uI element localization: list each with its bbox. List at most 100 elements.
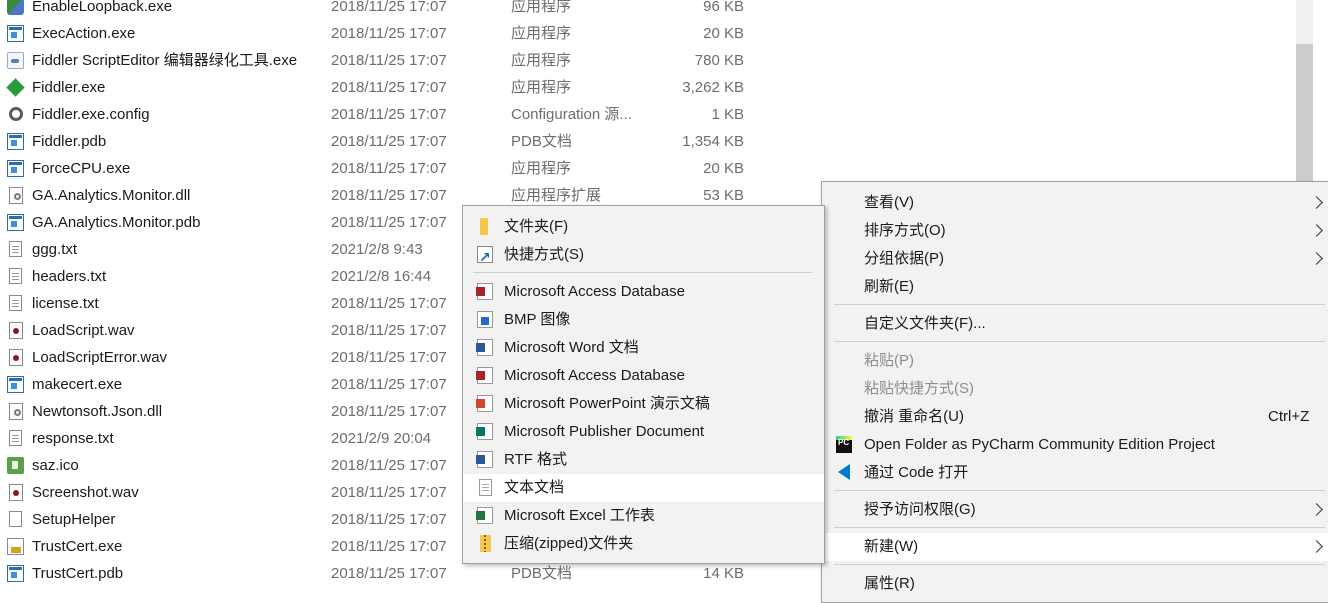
scrollbar-thumb[interactable]	[1296, 44, 1313, 204]
blank-file-icon	[9, 511, 22, 527]
file-type: Configuration 源...	[511, 106, 632, 123]
menu-separator	[834, 304, 1325, 305]
submenu-item-new-document[interactable]: 压缩(zipped)文件夹	[463, 530, 824, 558]
menu-item-open-pycharm[interactable]: Open Folder as PyCharm Community Edition…	[822, 429, 1328, 459]
menu-item-sort-by[interactable]: 排序方式(O)	[822, 217, 1328, 245]
file-date-modified: 2018/11/25 17:07	[331, 322, 447, 339]
menu-item-customize-folder[interactable]: 自定义文件夹(F)...	[822, 310, 1328, 338]
wav-icon	[9, 484, 23, 501]
menu-item-new[interactable]: 新建(W)	[822, 533, 1328, 561]
cert-icon	[7, 538, 24, 555]
menu-item-label: 查看(V)	[864, 194, 914, 211]
file-name: LoadScript.wav	[32, 322, 135, 339]
file-name: makecert.exe	[32, 376, 123, 393]
file-date-modified: 2021/2/9 20:04	[331, 430, 432, 447]
text-file-icon	[9, 268, 22, 284]
submenu-item-new-document[interactable]: Microsoft Access Database	[463, 362, 824, 390]
submenu-item-label: 快捷方式(S)	[504, 246, 584, 263]
shortcut-icon	[477, 243, 493, 271]
submenu-item-label: 文件夹(F)	[504, 218, 569, 235]
file-name: Fiddler ScriptEditor 编辑器绿化工具.exe	[32, 52, 298, 69]
file-type: PDB文档	[511, 565, 572, 582]
submenu-item-label: 文本文档	[504, 479, 565, 496]
menu-item-label: 粘贴(P)	[864, 352, 914, 369]
file-date-modified: 2018/11/25 17:07	[331, 565, 447, 582]
menu-item-paste[interactable]: 粘贴(P)	[822, 347, 1328, 375]
menu-item-properties[interactable]: 属性(R)	[822, 570, 1328, 598]
file-date-modified: 2018/11/25 17:07	[331, 133, 447, 150]
submenu-item-new-document[interactable]: Microsoft Access Database	[463, 278, 824, 306]
file-row[interactable]: Fiddler.pdb 2018/11/25 17:07 PDB文档 1,354 KB	[0, 128, 1296, 155]
pdb-icon	[7, 133, 24, 150]
dll-icon	[9, 187, 23, 204]
file-name: TrustCert.exe	[32, 538, 123, 555]
menu-separator	[834, 564, 1325, 565]
file-row[interactable]: Fiddler ScriptEditor 编辑器绿化工具.exe 2018/11/…	[0, 47, 1296, 74]
saz-icon	[7, 457, 24, 474]
file-date-modified: 2018/11/25 17:07	[331, 160, 447, 177]
menu-item-grant-access[interactable]: 授予访问权限(G)	[822, 496, 1328, 524]
file-name: ExecAction.exe	[32, 25, 136, 42]
menu-item-label: 刷新(E)	[864, 278, 914, 295]
file-date-modified: 2018/11/25 17:07	[331, 376, 447, 393]
file-type: 应用程序	[511, 79, 572, 96]
file-name: SetupHelper	[32, 511, 116, 528]
menu-item-refresh[interactable]: 刷新(E)	[822, 273, 1328, 301]
file-size: 3,262 KB	[682, 79, 744, 96]
word-icon	[476, 339, 493, 356]
file-row[interactable]: EnableLoopback.exe 2018/11/25 17:07 应用程序 96…	[0, 0, 1296, 20]
menu-item-undo-rename[interactable]: 撤消 重命名(U) Ctrl+Z	[822, 403, 1328, 431]
file-row[interactable]: ExecAction.exe 2018/11/25 17:07 应用程序 20 KB	[0, 20, 1296, 47]
file-date-modified: 2018/11/25 17:07	[331, 484, 447, 501]
submenu-item-label: Microsoft Word 文档	[504, 339, 639, 356]
file-name: GA.Analytics.Monitor.dll	[32, 187, 191, 204]
submenu-item-new-document[interactable]: RTF 格式	[463, 446, 824, 474]
file-type: 应用程序	[511, 25, 572, 42]
file-size: 1,354 KB	[682, 133, 744, 150]
file-name: license.txt	[32, 295, 99, 312]
file-row[interactable]: Fiddler.exe.config 2018/11/25 17:07 Config…	[0, 101, 1296, 128]
submenu-item-label: Microsoft Access Database	[504, 367, 685, 384]
file-date-modified: 2018/11/25 17:07	[331, 214, 447, 231]
file-date-modified: 2018/11/25 17:07	[331, 538, 447, 555]
fiddler-icon	[6, 78, 25, 97]
pycharm-icon	[836, 429, 852, 457]
context-menu: 查看(V) 排序方式(O) 分组依据(P) 刷新(E) 自定义文件夹(F)...…	[821, 181, 1328, 603]
submenu-item-shortcut[interactable]: 快捷方式(S)	[463, 241, 824, 271]
vscode-icon	[836, 464, 852, 481]
file-name: Fiddler.exe.config	[32, 106, 150, 123]
submenu-item-folder[interactable]: 文件夹(F)	[463, 213, 824, 241]
submenu-item-new-document[interactable]: 文本文档	[463, 474, 824, 502]
access-icon	[476, 283, 493, 300]
menu-separator	[834, 490, 1325, 491]
file-date-modified: 2018/11/25 17:07	[331, 0, 447, 15]
menu-item-group-by[interactable]: 分组依据(P)	[822, 245, 1328, 273]
menu-item-label: 粘贴快捷方式(S)	[864, 380, 974, 397]
file-row[interactable]: Fiddler.exe 2018/11/25 17:07 应用程序 3,262 KB	[0, 74, 1296, 101]
file-name: ggg.txt	[32, 241, 78, 258]
chevron-right-icon	[1310, 224, 1323, 237]
file-type: PDB文档	[511, 133, 572, 150]
submenu-item-label: Microsoft Excel 工作表	[504, 507, 655, 524]
file-size: 20 KB	[703, 160, 744, 177]
menu-item-paste-shortcut[interactable]: 粘贴快捷方式(S)	[822, 375, 1328, 403]
file-date-modified: 2018/11/25 17:07	[331, 295, 447, 312]
file-size: 1 KB	[711, 106, 744, 123]
file-row[interactable]: ForceCPU.exe 2018/11/25 17:07 应用程序 20 KB	[0, 155, 1296, 182]
dll-icon	[9, 403, 23, 420]
file-date-modified: 2018/11/25 17:07	[331, 457, 447, 474]
script-editor-icon	[7, 52, 24, 69]
menu-item-label: 属性(R)	[864, 575, 915, 592]
submenu-item-label: Microsoft Publisher Document	[504, 423, 705, 440]
submenu-item-new-document[interactable]: Microsoft Publisher Document	[463, 418, 824, 446]
file-name: Newtonsoft.Json.dll	[32, 403, 163, 420]
menu-item-view[interactable]: 查看(V)	[822, 189, 1328, 217]
menu-item-open-vscode[interactable]: 通过 Code 打开	[822, 459, 1328, 487]
submenu-item-new-document[interactable]: Microsoft Word 文档	[463, 334, 824, 362]
file-type: 应用程序	[511, 52, 572, 69]
submenu-item-new-document[interactable]: Microsoft Excel 工作表	[463, 502, 824, 530]
submenu-item-new-document[interactable]: BMP 图像	[463, 306, 824, 334]
file-name: Fiddler.exe	[32, 79, 106, 96]
submenu-item-new-document[interactable]: Microsoft PowerPoint 演示文稿	[463, 390, 824, 418]
chevron-right-icon	[1310, 196, 1323, 209]
